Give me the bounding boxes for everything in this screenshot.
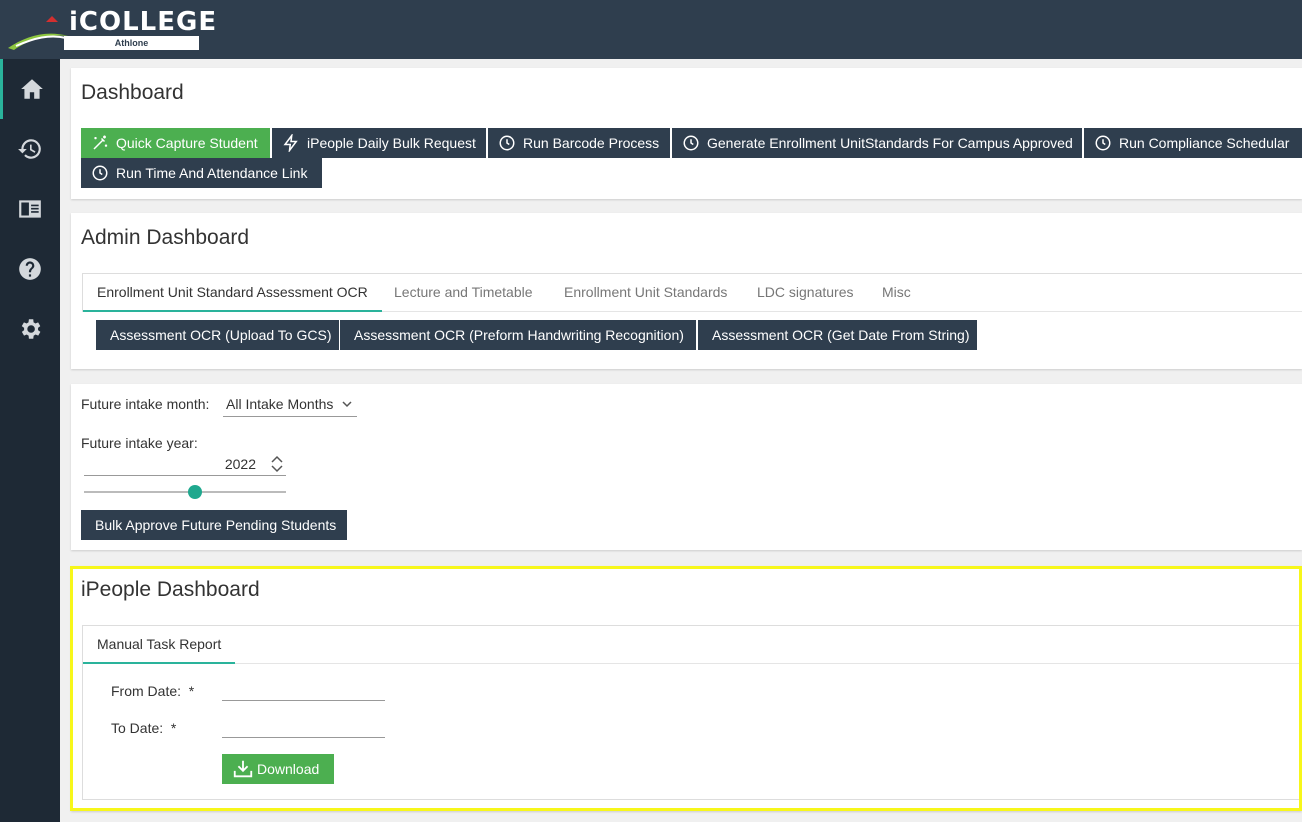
home-icon <box>20 79 43 99</box>
clock-icon <box>682 134 700 152</box>
from-date-label: From Date: * <box>111 683 195 699</box>
download-icon <box>232 758 254 780</box>
sidebar <box>0 59 60 822</box>
to-date-input[interactable] <box>222 716 385 738</box>
future-intake-year-label: Future intake year: <box>81 435 198 451</box>
slider-track <box>84 491 286 493</box>
run-barcode-process-label: Run Barcode Process <box>523 135 660 151</box>
spinner-arrows-icon[interactable] <box>270 455 284 473</box>
top-bar: iCOLLEGE Athlone <box>0 0 1302 59</box>
dashboard-title: Dashboard <box>81 81 184 104</box>
tab-ldc-signatures[interactable]: LDC signatures <box>743 274 868 312</box>
run-compliance-schedular-button[interactable]: Run Compliance Schedular <box>1084 128 1302 158</box>
clock-icon <box>91 164 109 182</box>
history-icon <box>18 139 41 159</box>
run-barcode-process-button[interactable]: Run Barcode Process <box>488 128 670 158</box>
future-intake-year-value: 2022 <box>224 456 256 472</box>
download-label: Download <box>257 761 320 777</box>
admin-dashboard-card: Admin Dashboard Enrollment Unit Standard… <box>71 213 1302 369</box>
future-intake-card: Future intake month: All Intake Months F… <box>71 384 1302 550</box>
help-icon <box>19 258 41 280</box>
dashboard-card: Dashboard Quick Capture Student iPeople … <box>71 68 1302 199</box>
sidebar-item-help[interactable] <box>0 239 60 299</box>
ipeople-daily-bulk-request-label: iPeople Daily Bulk Request <box>307 135 476 151</box>
settings-icon <box>21 319 41 339</box>
manual-task-report-panel: Manual Task Report From Date: * To Date:… <box>82 625 1302 800</box>
book-icon <box>19 200 41 218</box>
quick-capture-student-label: Quick Capture Student <box>116 135 258 151</box>
logo-text: iCOLLEGE <box>69 7 218 37</box>
tab-misc[interactable]: Misc <box>868 274 925 312</box>
assessment-ocr-upload-button[interactable]: Assessment OCR (Upload To GCS) <box>96 320 339 350</box>
sidebar-item-history[interactable] <box>0 119 60 179</box>
sidebar-item-book[interactable] <box>0 179 60 239</box>
sidebar-item-settings[interactable] <box>0 299 60 359</box>
clock-icon <box>498 134 516 152</box>
ipeople-tabs: Manual Task Report <box>83 626 1302 664</box>
from-date-input[interactable] <box>222 679 385 701</box>
future-intake-month-label: Future intake month: <box>81 396 210 412</box>
to-date-label: To Date: * <box>111 720 177 736</box>
tab-assessment-ocr[interactable]: Enrollment Unit Standard Assessment OCR <box>83 274 382 312</box>
admin-tabs: Enrollment Unit Standard Assessment OCR … <box>82 273 1302 312</box>
generate-enrollment-label: Generate Enrollment UnitStandards For Ca… <box>707 135 1073 151</box>
future-intake-year-input[interactable]: 2022 <box>84 454 286 476</box>
admin-dashboard-title: Admin Dashboard <box>81 226 250 249</box>
ipeople-dashboard-title: iPeople Dashboard <box>81 578 260 601</box>
assessment-ocr-handwriting-button[interactable]: Assessment OCR (Preform Handwriting Reco… <box>340 320 696 350</box>
chevron-down-icon <box>342 401 352 408</box>
ipeople-daily-bulk-request-button[interactable]: iPeople Daily Bulk Request <box>272 128 486 158</box>
tab-manual-task-report[interactable]: Manual Task Report <box>83 626 236 664</box>
slider-thumb[interactable] <box>188 485 203 499</box>
ipeople-dashboard-card: iPeople Dashboard Manual Task Report Fro… <box>71 566 1302 811</box>
magic-wand-icon <box>91 134 109 152</box>
logo-subtitle: Athlone <box>64 36 199 50</box>
future-intake-month-value: All Intake Months <box>226 396 334 412</box>
future-intake-month-select[interactable]: All Intake Months <box>223 393 357 417</box>
run-compliance-schedular-label: Run Compliance Schedular <box>1119 135 1290 151</box>
generate-enrollment-button[interactable]: Generate Enrollment UnitStandards For Ca… <box>672 128 1082 158</box>
clock-icon <box>1094 134 1112 152</box>
assessment-ocr-date-button[interactable]: Assessment OCR (Get Date From String) <box>698 320 977 350</box>
bulk-approve-future-pending-button[interactable]: Bulk Approve Future Pending Students <box>81 510 347 540</box>
tab-lecture-timetable[interactable]: Lecture and Timetable <box>380 274 547 312</box>
bolt-icon <box>282 134 300 152</box>
app-logo[interactable]: iCOLLEGE Athlone <box>6 6 216 52</box>
quick-capture-student-button[interactable]: Quick Capture Student <box>81 128 270 158</box>
tab-enrollment-unit-standards[interactable]: Enrollment Unit Standards <box>550 274 741 312</box>
run-time-and-attendance-link-label: Run Time And Attendance Link <box>116 165 308 181</box>
run-time-and-attendance-link-button[interactable]: Run Time And Attendance Link <box>81 158 322 188</box>
download-button[interactable]: Download <box>222 754 334 784</box>
sidebar-item-home[interactable] <box>0 59 60 119</box>
future-intake-year-slider[interactable] <box>84 484 286 500</box>
